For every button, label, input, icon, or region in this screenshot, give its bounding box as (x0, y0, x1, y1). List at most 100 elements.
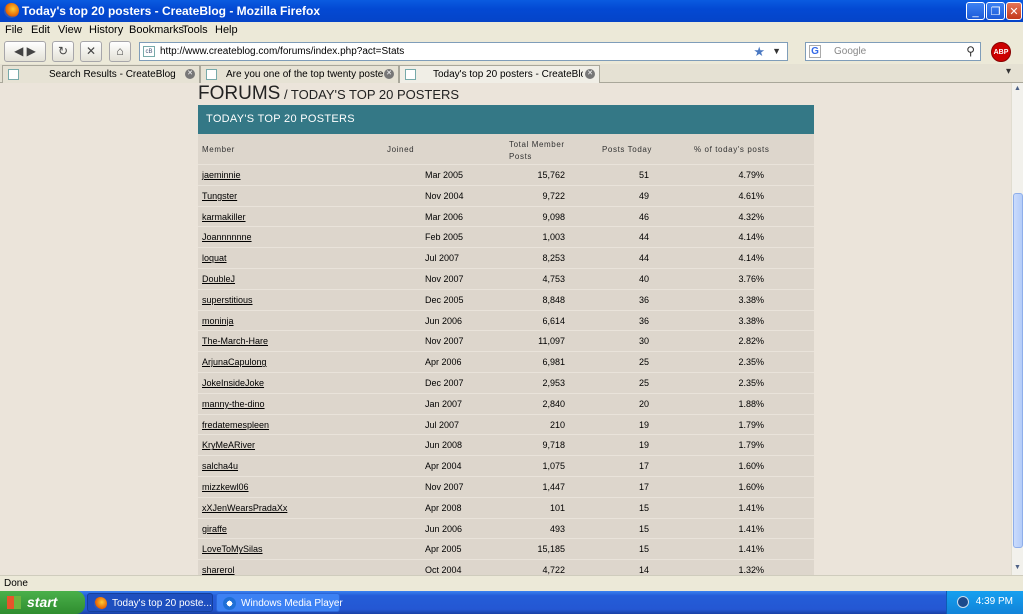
cell-joined: Dec 2007 (425, 377, 464, 388)
menu-edit[interactable]: Edit (31, 24, 50, 36)
menu-history[interactable]: History (89, 24, 123, 36)
search-icon[interactable]: ⚲ (966, 44, 975, 58)
search-input[interactable]: Google (834, 46, 866, 57)
cell-joined: Feb 2005 (425, 232, 464, 243)
member-link[interactable]: The-March-Hare (202, 336, 268, 346)
member-link[interactable]: manny-the-dino (202, 399, 265, 409)
cell-posts-today: 15 (638, 544, 649, 555)
status-bar: Done (0, 575, 1023, 591)
cell-percent: 1.88% (738, 398, 764, 409)
cell-posts-today: 19 (638, 419, 649, 430)
address-bar[interactable]: cB http://www.createblog.com/forums/inde… (139, 42, 788, 61)
tab-list-icon[interactable]: ▾ (1006, 66, 1011, 77)
scroll-up-icon[interactable]: ▲ (1014, 85, 1021, 92)
close-button[interactable]: ✕ (1006, 2, 1022, 20)
cell-total-posts: 101 (549, 502, 565, 513)
start-button[interactable]: start (0, 591, 85, 614)
cell-posts-today: 14 (638, 565, 649, 575)
cell-joined: Jul 2007 (425, 419, 460, 430)
menu-tools[interactable]: Tools (182, 24, 208, 36)
cell-posts-today: 36 (638, 315, 649, 326)
member-link[interactable]: karmakiller (202, 212, 246, 222)
table-row: manny-the-dino Jan 2007 2,840 20 1.88% (198, 392, 814, 414)
google-icon[interactable]: G (809, 45, 821, 58)
cell-total-posts: 4,753 (542, 273, 565, 284)
cell-joined: Nov 2007 (425, 273, 464, 284)
member-link[interactable]: sharerol (202, 565, 235, 575)
member-link[interactable]: Joannnnnne (202, 232, 252, 242)
adblock-icon[interactable]: ABP (991, 42, 1011, 62)
tab-favicon (8, 69, 19, 80)
cell-posts-today: 44 (638, 232, 649, 243)
tab-search-results[interactable]: Search Results - CreateBlog ✕ (2, 65, 200, 83)
bookmark-star-icon[interactable]: ★ (753, 44, 765, 60)
member-link[interactable]: JokeInsideJoke (202, 378, 264, 388)
cell-member: Tungster (202, 191, 237, 201)
media-player-icon (223, 597, 236, 610)
scroll-down-icon[interactable]: ▼ (1014, 564, 1021, 571)
cell-member: LoveToMySilas (202, 544, 263, 554)
member-link[interactable]: moninja (202, 316, 234, 326)
cell-posts-today: 30 (638, 336, 649, 347)
member-link[interactable]: xXJenWearsPradaXx (202, 503, 287, 513)
cell-total-posts: 15,762 (537, 170, 565, 180)
home-icon[interactable]: ⌂ (109, 41, 131, 62)
cell-joined: Jan 2007 (425, 398, 463, 409)
member-link[interactable]: fredatemespleen (202, 420, 269, 430)
cell-member: salcha4u (202, 461, 238, 471)
cell-posts-today: 51 (638, 170, 649, 180)
member-link[interactable]: mizzkewl06 (202, 482, 249, 492)
menu-bookmarks[interactable]: Bookmarks (129, 24, 184, 36)
member-link[interactable]: loquat (202, 253, 227, 263)
minimize-button[interactable]: _ (966, 2, 985, 20)
menu-help[interactable]: Help (215, 24, 238, 36)
url-dropdown-icon[interactable]: ▼ (772, 46, 781, 56)
table-row: xXJenWearsPradaXx Apr 2008 101 15 1.41% (198, 496, 814, 518)
member-link[interactable]: giraffe (202, 524, 227, 534)
back-forward-button[interactable]: ◀ ▶ (4, 41, 46, 62)
cell-member: karmakiller (202, 212, 246, 222)
col-posts-today: Posts Today (602, 145, 653, 154)
cell-member: The-March-Hare (202, 336, 268, 346)
cell-percent: 3.38% (738, 294, 764, 305)
tray-icon[interactable] (957, 596, 969, 608)
scrollbar-thumb[interactable] (1013, 193, 1023, 548)
member-link[interactable]: ArjunaCapulong (202, 357, 267, 367)
tab-close-icon[interactable]: ✕ (384, 69, 394, 79)
cell-total-posts: 493 (549, 523, 565, 534)
clock: 4:39 PM (975, 596, 1013, 607)
reload-icon[interactable]: ↻ (52, 41, 74, 62)
cell-posts-today: 40 (638, 273, 649, 284)
start-label: start (27, 594, 58, 610)
tab-top-20-posters[interactable]: Today's top 20 posters - CreateBlog ✕ (399, 65, 600, 83)
restore-button[interactable]: ❐ (986, 2, 1005, 20)
member-link[interactable]: jaeminnie (202, 170, 241, 180)
cell-total-posts: 6,981 (542, 357, 565, 368)
status-text: Done (4, 578, 28, 589)
stop-icon[interactable]: ✕ (80, 41, 102, 62)
taskbar-button-media-player[interactable]: Windows Media Player (216, 593, 343, 612)
cell-member: JokeInsideJoke (202, 378, 264, 388)
menu-file[interactable]: File (5, 24, 23, 36)
member-link[interactable]: superstitious (202, 295, 253, 305)
cell-percent: 1.32% (738, 565, 764, 575)
member-link[interactable]: DoubleJ (202, 274, 235, 284)
menu-view[interactable]: View (58, 24, 82, 36)
member-link[interactable]: salcha4u (202, 461, 238, 471)
member-link[interactable]: LoveToMySilas (202, 544, 263, 554)
address-url[interactable]: http://www.createblog.com/forums/index.p… (160, 46, 404, 57)
tab-favicon (206, 69, 217, 80)
cell-member: sharerol (202, 565, 235, 575)
taskbar-button-firefox[interactable]: Today's top 20 poste... (87, 593, 213, 612)
table-header: Member Joined Total Member Posts Posts T… (198, 134, 814, 164)
table-row: loquat Jul 2007 8,253 44 4.14% (198, 247, 814, 268)
search-bar[interactable]: G Google ⚲ (805, 42, 981, 61)
tab-close-icon[interactable]: ✕ (585, 69, 595, 79)
cell-percent: 1.79% (738, 419, 764, 430)
tab-close-icon[interactable]: ✕ (185, 69, 195, 79)
vertical-scrollbar[interactable]: ▲ ▼ (1011, 83, 1023, 575)
member-link[interactable]: Tungster (202, 191, 237, 201)
col-member: Member (202, 145, 235, 154)
member-link[interactable]: KryMeARiver (202, 440, 255, 450)
tab-top-twenty-poster[interactable]: Are you one of the top twenty poster... … (200, 65, 399, 83)
